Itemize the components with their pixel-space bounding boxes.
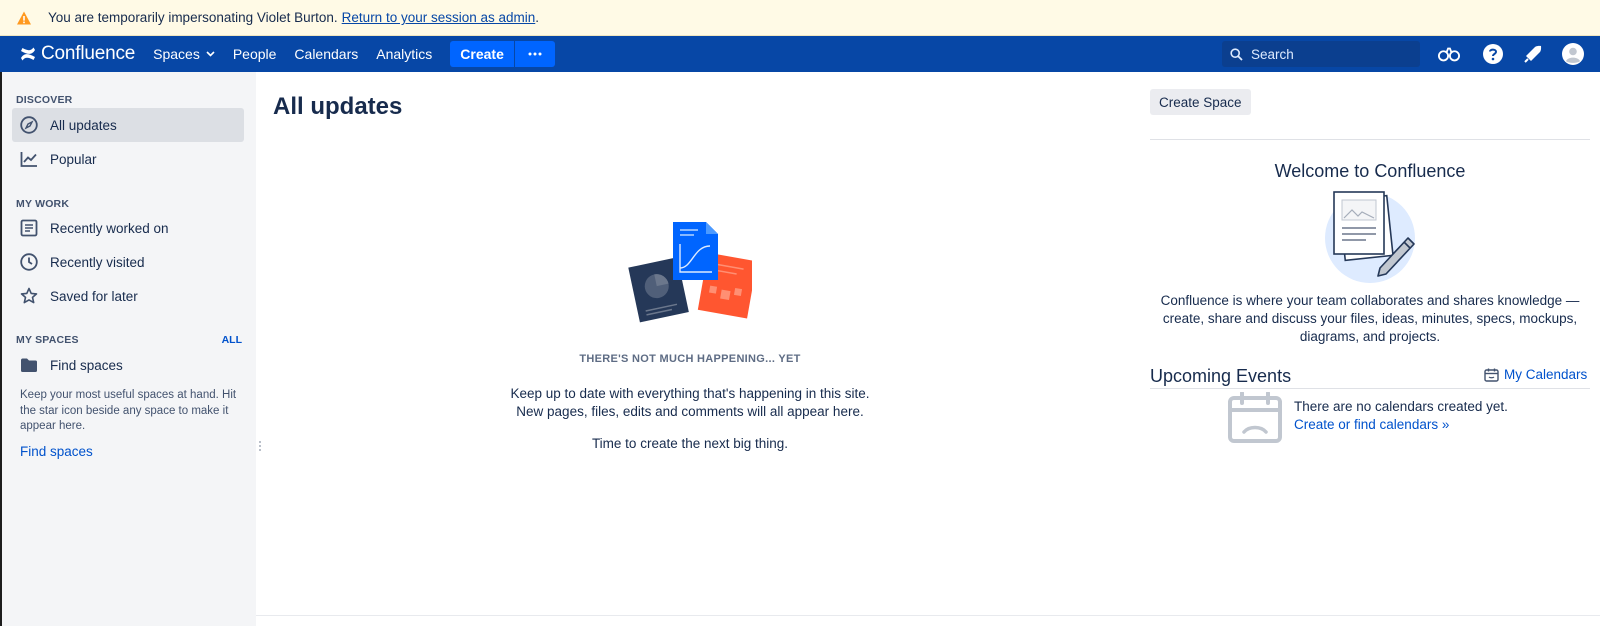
- search-input[interactable]: [1251, 46, 1401, 62]
- empty-state-line-3: Time to create the next big thing.: [591, 436, 789, 451]
- my-spaces-note: Keep your most useful spaces at hand. Hi…: [20, 389, 237, 432]
- nav-analytics[interactable]: Analytics: [376, 46, 432, 62]
- sidebar-item-label: Recently visited: [50, 254, 145, 270]
- clock-icon: [20, 253, 38, 271]
- notifications-icon[interactable]: [1522, 43, 1544, 65]
- confluence-logo-icon: [21, 47, 35, 61]
- sidebar-item-label: Saved for later: [50, 288, 138, 304]
- create-or-find-calendars-link[interactable]: Create or find calendars »: [1294, 417, 1449, 432]
- sidebar-item-recently-worked-on[interactable]: Recently worked on: [12, 211, 244, 245]
- binoculars-icon[interactable]: [1438, 43, 1460, 65]
- welcome-text: Confluence is where your team collaborat…: [1160, 293, 1580, 344]
- help-icon[interactable]: [1482, 43, 1504, 65]
- impersonation-banner: You are temporarily impersonating Violet…: [0, 0, 1600, 36]
- sidebar: DISCOVER All updates Popular MY WORK Rec…: [0, 72, 256, 626]
- star-icon: [20, 287, 38, 304]
- avatar-icon[interactable]: [1562, 43, 1584, 65]
- top-navigation: Confluence Spaces People Calendars Analy…: [0, 36, 1600, 72]
- nav-spaces[interactable]: Spaces: [153, 46, 215, 62]
- nav-spaces-label: Spaces: [153, 46, 200, 62]
- create-button[interactable]: Create: [450, 41, 514, 67]
- sad-calendar-icon: [1228, 392, 1282, 443]
- banner-suffix: .: [535, 10, 540, 25]
- warning-icon: [17, 11, 31, 24]
- sidebar-item-find-spaces[interactable]: Find spaces: [12, 348, 244, 382]
- no-calendars-text: There are no calendars created yet.: [1294, 399, 1508, 414]
- divider: [1150, 388, 1590, 389]
- trending-icon: [20, 152, 37, 167]
- nav-people[interactable]: People: [233, 46, 277, 62]
- create-space-button[interactable]: Create Space: [1150, 89, 1251, 115]
- upcoming-events-title: Upcoming Events: [1150, 366, 1292, 386]
- my-calendars-link[interactable]: My Calendars: [1484, 367, 1587, 382]
- my-calendars-label: My Calendars: [1504, 367, 1588, 382]
- calendar-icon: [1484, 368, 1499, 382]
- chevron-down-icon: [206, 51, 215, 57]
- divider: [1150, 139, 1590, 140]
- folder-icon: [21, 358, 37, 372]
- empty-state-line-2: New pages, files, edits and comments wil…: [516, 404, 864, 419]
- more-icon: [528, 52, 542, 56]
- return-to-admin-link[interactable]: Return to your session as admin: [342, 10, 536, 25]
- find-spaces-link[interactable]: Find spaces: [20, 444, 93, 459]
- sidebar-item-label: Find spaces: [50, 357, 123, 373]
- my-spaces-all-link[interactable]: ALL: [222, 334, 242, 346]
- my-work-header: MY WORK: [16, 198, 70, 210]
- create-more-button[interactable]: [514, 41, 555, 67]
- discover-header: DISCOVER: [16, 94, 73, 106]
- empty-state-heading: THERE'S NOT MUCH HAPPENING... YET: [579, 353, 801, 365]
- logo-text: Confluence: [41, 43, 136, 64]
- documents-illustration-icon: [628, 222, 752, 323]
- compass-icon: [20, 116, 38, 134]
- banner-message: You are temporarily impersonating Violet…: [48, 10, 338, 25]
- document-pencil-illustration-icon: [1325, 191, 1415, 283]
- search-box[interactable]: [1222, 41, 1420, 67]
- nav-calendars[interactable]: Calendars: [294, 46, 358, 62]
- sidebar-item-recently-visited[interactable]: Recently visited: [12, 245, 244, 279]
- sidebar-item-label: Popular: [50, 151, 97, 167]
- search-icon: [1230, 47, 1243, 61]
- footer-divider: [256, 615, 1600, 616]
- sidebar-item-saved-for-later[interactable]: Saved for later: [12, 279, 244, 313]
- main-content: All updates THERE'S NOT MUCH HAPPENING..…: [256, 72, 1600, 626]
- my-spaces-header: MY SPACES: [16, 334, 79, 346]
- sidebar-item-label: All updates: [50, 117, 117, 133]
- welcome-title: Welcome to Confluence: [1274, 161, 1466, 181]
- document-list-icon: [20, 219, 38, 237]
- sidebar-item-popular[interactable]: Popular: [12, 142, 244, 176]
- page-title: All updates: [273, 93, 403, 120]
- empty-state-line-1: Keep up to date with everything that's h…: [510, 386, 870, 401]
- sidebar-item-all-updates[interactable]: All updates: [12, 108, 244, 142]
- sidebar-item-label: Recently worked on: [50, 220, 169, 236]
- confluence-logo[interactable]: Confluence: [20, 43, 135, 65]
